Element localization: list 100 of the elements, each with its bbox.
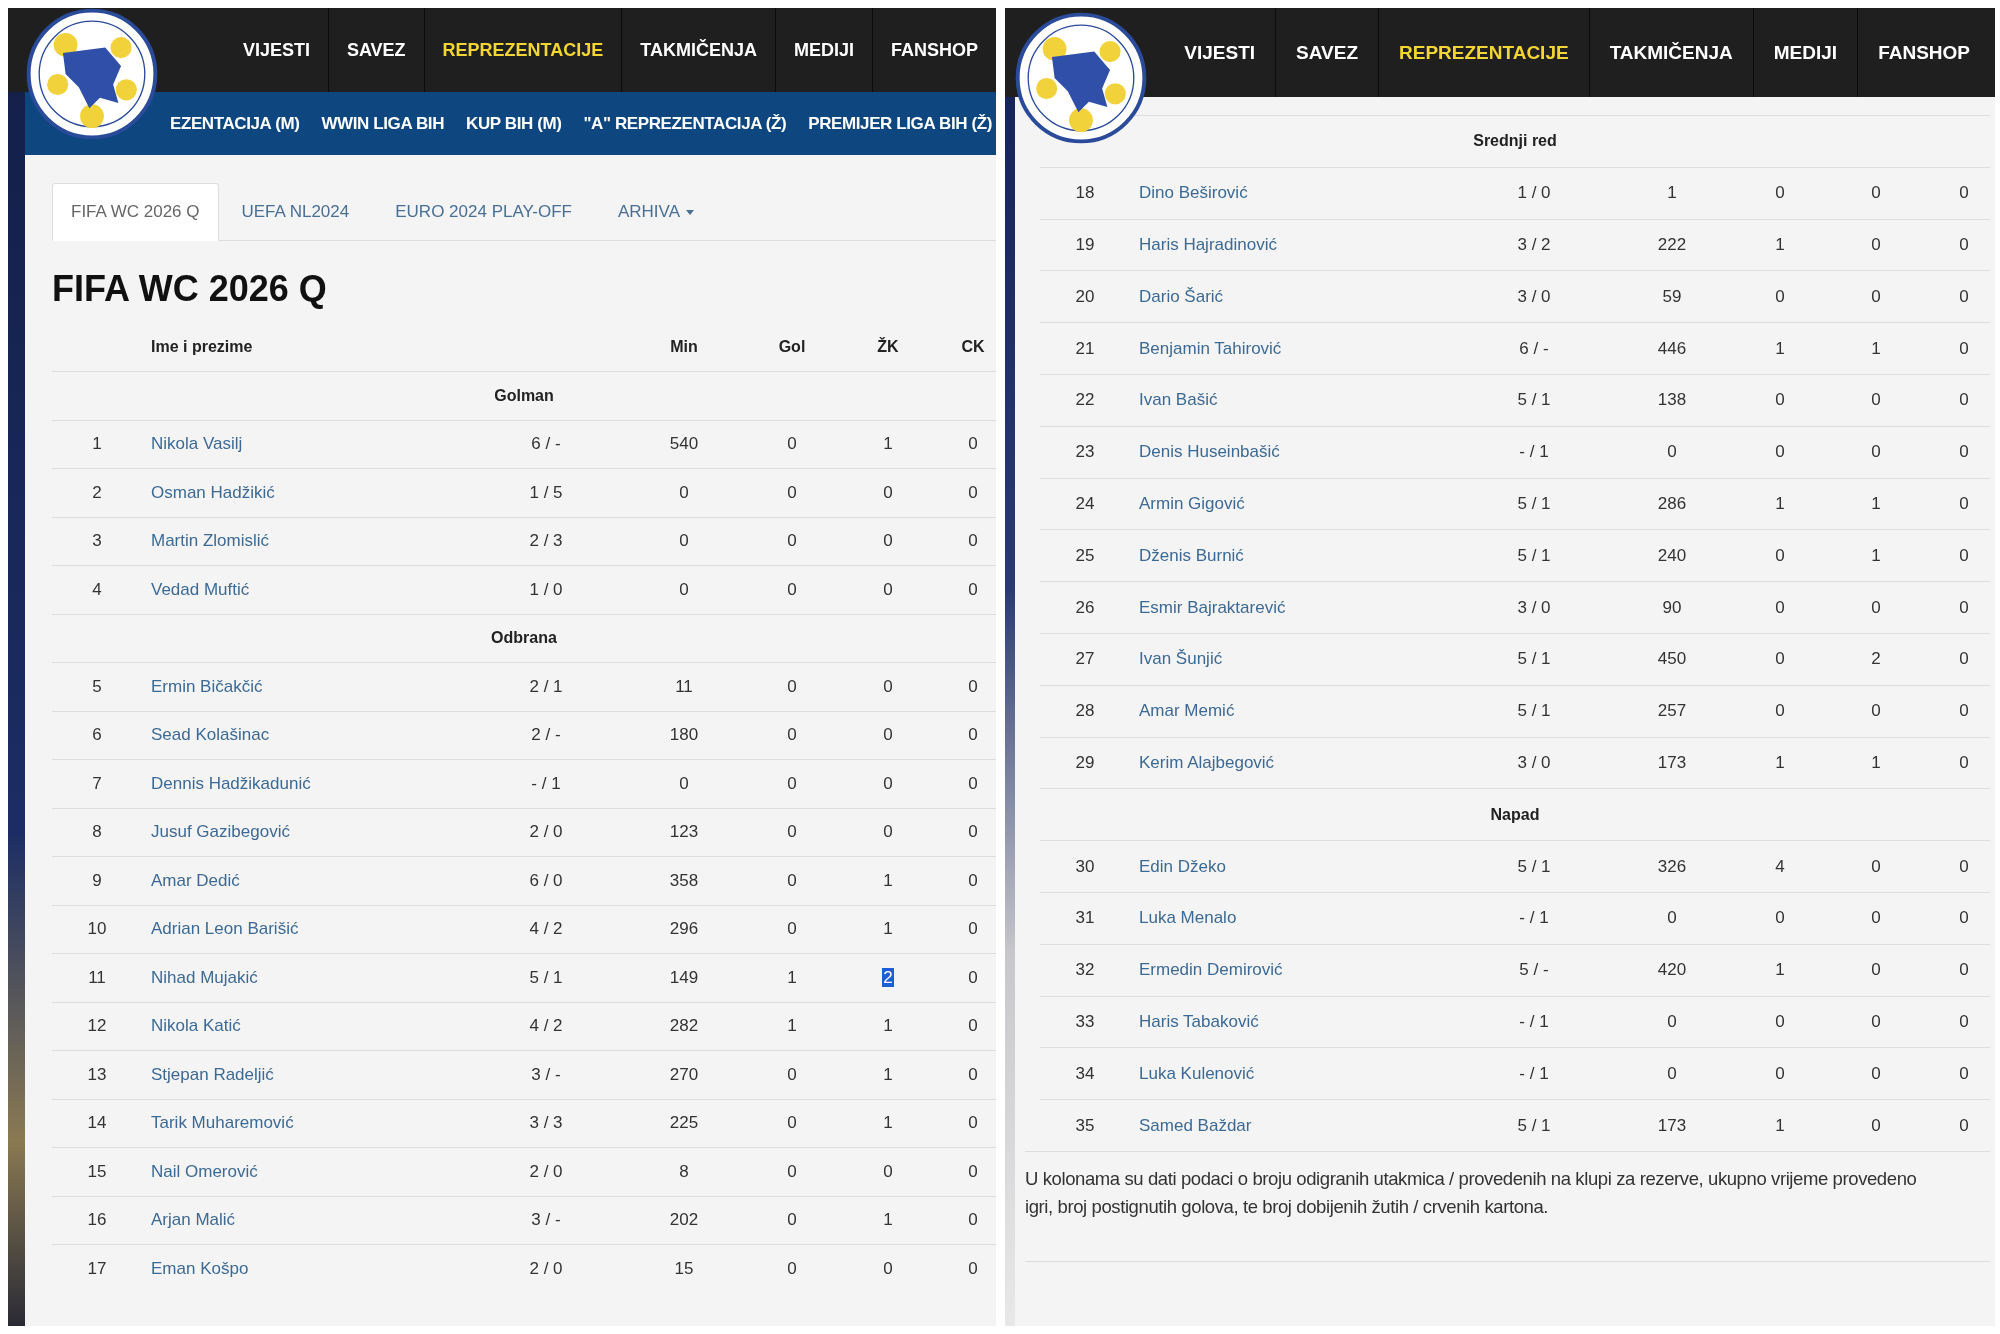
nav-link[interactable]: VIJESTI	[224, 8, 328, 92]
player-link[interactable]: Samed Baždar	[1139, 1115, 1252, 1135]
player-link[interactable]: Nail Omerović	[151, 1161, 258, 1181]
table-cell-text: 22	[1074, 390, 1096, 411]
player-link[interactable]: Dženis Burnić	[1139, 545, 1244, 565]
player-link[interactable]: Haris Hajradinović	[1139, 235, 1277, 254]
player-link[interactable]: Nihad Mujakić	[151, 967, 258, 987]
table-cell-text: 0	[967, 676, 979, 697]
table-cell-text: 3 / 0	[1516, 597, 1552, 618]
player-link[interactable]: Ermedin Demirović	[1139, 960, 1283, 980]
player-link[interactable]: Martin Zlomislić	[151, 531, 270, 551]
player-link[interactable]: Esmir Bajraktarević	[1139, 597, 1286, 617]
column-header: CK	[960, 338, 986, 356]
player-link[interactable]: Kerim Alajbegović	[1139, 752, 1275, 772]
section-link[interactable]: KUP BIH (M)	[466, 113, 562, 134]
table-cell: 0	[882, 531, 894, 551]
table-cell-text: 0	[1774, 183, 1786, 204]
table-cell-text: 1	[1774, 960, 1786, 981]
player-link[interactable]: Stjepan Radeljić	[151, 1064, 274, 1084]
tab[interactable]: ARHIVA	[594, 183, 717, 241]
player-link[interactable]: Vedad Muftić	[151, 579, 250, 599]
player-link[interactable]: Nikola Vasilj	[151, 434, 243, 454]
table-cell-text: 540	[668, 434, 700, 455]
table-cell-text: 0	[967, 1113, 979, 1134]
table-cell: 0	[1870, 908, 1882, 928]
player-link[interactable]: Ermin Bičakčić	[151, 676, 263, 696]
table-cell-text: 0	[967, 1016, 979, 1037]
table-cell: 0	[882, 676, 894, 696]
player-link[interactable]: Amar Dedić	[151, 870, 240, 890]
table-cell-text: 0	[786, 676, 798, 697]
table-cell-text: 0	[967, 967, 979, 988]
player-link[interactable]: Benjamin Tahirović	[1139, 338, 1282, 358]
table-cell-text: 5 / 1	[1516, 390, 1552, 411]
player-link[interactable]: Osman Hadžikić	[151, 482, 275, 502]
section-link[interactable]: WWIN LIGA BIH	[321, 113, 445, 134]
table-cell-text: 0	[1958, 183, 1970, 204]
player-link[interactable]: Eman Košpo	[151, 1258, 249, 1278]
table-cell-text: 0	[1958, 649, 1970, 670]
table-cell-text: 31	[1074, 908, 1096, 929]
table-cell-text: 15	[86, 1161, 108, 1182]
player-link[interactable]: Luka Kulenović	[1139, 1063, 1255, 1083]
table-cell-text: 0	[1958, 1063, 1970, 1084]
table-cell-text: 11	[87, 967, 107, 988]
table-cell-text: 0	[967, 482, 979, 503]
player-link[interactable]: Amar Memić	[1139, 701, 1235, 721]
table-cell-text: 10	[86, 919, 108, 940]
table-cell-text: 0	[1958, 338, 1970, 359]
table-cell: 1	[882, 1064, 894, 1084]
table-cell-text: 5 / 1	[1516, 856, 1552, 877]
table-cell: 0	[1870, 286, 1882, 306]
player-link[interactable]: Dennis Hadžikadunić	[151, 773, 311, 793]
table-cell-text: 0	[786, 870, 798, 891]
tab[interactable]: FIFA WC 2026 Q	[52, 183, 219, 241]
player-link[interactable]: Ivan Šunjić	[1139, 649, 1223, 669]
player-link[interactable]: Adrian Leon Barišić	[151, 919, 299, 939]
nav-link[interactable]: VIJESTI	[1164, 8, 1276, 97]
tab[interactable]: EURO 2024 PLAY-OFF	[372, 183, 595, 241]
table-cell-text: 6 / -	[1518, 338, 1550, 359]
table-cell-text: 3 / 3	[528, 1113, 564, 1134]
table-cell-text: 19	[1074, 235, 1096, 255]
player-link[interactable]: Ivan Bašić	[1139, 390, 1218, 410]
player-link[interactable]: Nikola Katić	[151, 1016, 241, 1036]
player-link[interactable]: Edin Džeko	[1139, 856, 1226, 876]
table-cell-text: 0	[967, 725, 979, 746]
table-cell-text: 0	[1774, 649, 1786, 670]
table-cell-text: 17	[86, 1258, 108, 1279]
player-link[interactable]: Arjan Malić	[151, 1210, 236, 1230]
table-cell-text: 0	[786, 1210, 798, 1231]
tab[interactable]: UEFA NL2024	[218, 183, 373, 241]
player-link[interactable]: Armin Gigović	[1139, 493, 1245, 513]
table-cell-text: 2	[91, 482, 103, 503]
player-link[interactable]: Tarik Muharemović	[151, 1113, 294, 1133]
table-cell: 1	[1870, 493, 1882, 513]
table-cell-text: 0	[1958, 908, 1970, 929]
table-cell-text: 6	[91, 725, 103, 746]
player-link[interactable]: Luka Menalo	[1139, 908, 1237, 928]
table-cell-text: 0	[967, 870, 979, 891]
table-cell-text: 6 / 0	[528, 870, 564, 891]
player-link[interactable]: Dino Beširović	[1139, 183, 1248, 203]
table-cell-text: 5 / 1	[1516, 545, 1552, 566]
section-heading: Odbrana	[491, 629, 557, 648]
table-cell-text: 2 / 3	[528, 531, 564, 552]
player-link[interactable]: Jusuf Gazibegović	[151, 822, 290, 842]
section-link[interactable]: "A" REPREZENTACIJA (Ž)	[583, 113, 787, 134]
player-link[interactable]: Dario Šarić	[1139, 286, 1224, 306]
section-link[interactable]: EZENTACIJA (M)	[170, 113, 300, 134]
section-link[interactable]: PREMIJER LIGA BIH (Ž)	[808, 113, 992, 134]
table-cell-text: 28	[1074, 701, 1096, 722]
player-link[interactable]: Denis Huseinbašić	[1139, 442, 1280, 462]
table-cell: 0	[1870, 597, 1882, 617]
table-cell-text: 0	[967, 434, 979, 455]
player-link[interactable]: Sead Kolašinac	[151, 725, 270, 745]
player-link[interactable]: Haris Tabaković	[1139, 1011, 1259, 1031]
table-cell-text: 2 / 0	[528, 822, 564, 843]
table-cell-text: 0	[1958, 960, 1970, 981]
table-cell-text: - / 1	[1518, 1011, 1550, 1032]
table-cell: 1	[882, 1016, 894, 1036]
table-cell: 0	[1870, 960, 1882, 980]
table-cell-text: 13	[86, 1064, 108, 1085]
table-cell-text: 23	[1074, 442, 1096, 463]
